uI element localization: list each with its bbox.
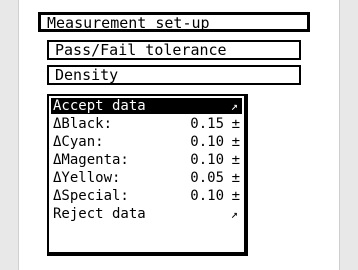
- tolerance-label: ΔYellow:: [53, 170, 121, 186]
- plus-minus-icon: ±: [231, 134, 240, 150]
- reject-data-label: Reject data: [53, 206, 146, 222]
- plus-minus-icon: ±: [231, 152, 240, 168]
- tolerance-row-yellow[interactable]: ΔYellow: 0.05 ±: [51, 170, 242, 186]
- tolerance-value: 0.05: [190, 170, 224, 186]
- tolerance-popup: Accept data ↗ ΔBlack: 0.15 ± ΔCyan: 0.10…: [47, 94, 248, 256]
- accept-data-label: Accept data: [53, 98, 146, 114]
- tolerance-value: 0.10: [190, 188, 224, 204]
- accept-data-option[interactable]: Accept data ↗: [51, 98, 242, 114]
- tolerance-row-magenta[interactable]: ΔMagenta: 0.10 ±: [51, 152, 242, 168]
- arrow-icon: ↗: [230, 207, 238, 221]
- tolerance-label: ΔMagenta:: [53, 152, 129, 168]
- tolerance-label: ΔSpecial:: [53, 188, 129, 204]
- tolerance-row-special[interactable]: ΔSpecial: 0.10 ±: [51, 188, 242, 204]
- tolerance-label: ΔBlack:: [53, 116, 113, 132]
- tolerance-row-cyan[interactable]: ΔCyan: 0.10 ±: [51, 134, 242, 150]
- menu-item-label: Pass/Fail tolerance: [55, 41, 227, 59]
- plus-minus-icon: ±: [231, 116, 240, 132]
- arrow-icon: ↗: [230, 99, 238, 113]
- tolerance-row-black[interactable]: ΔBlack: 0.15 ±: [51, 116, 242, 132]
- tolerance-label: ΔCyan:: [53, 134, 104, 150]
- menu-title-measurement-setup[interactable]: Measurement set-up: [38, 12, 310, 32]
- menu-item-density[interactable]: Density: [47, 65, 301, 85]
- tolerance-value: 0.10: [190, 134, 224, 150]
- menu-item-pass-fail-tolerance[interactable]: Pass/Fail tolerance: [47, 40, 301, 60]
- menu-title-label: Measurement set-up: [47, 14, 210, 32]
- menu-item-label: Density: [55, 66, 119, 84]
- plus-minus-icon: ±: [231, 188, 240, 204]
- reject-data-option[interactable]: Reject data ↗: [51, 206, 242, 222]
- tolerance-value: 0.10: [190, 152, 224, 168]
- tolerance-value: 0.15: [190, 116, 224, 132]
- plus-minus-icon: ±: [231, 170, 240, 186]
